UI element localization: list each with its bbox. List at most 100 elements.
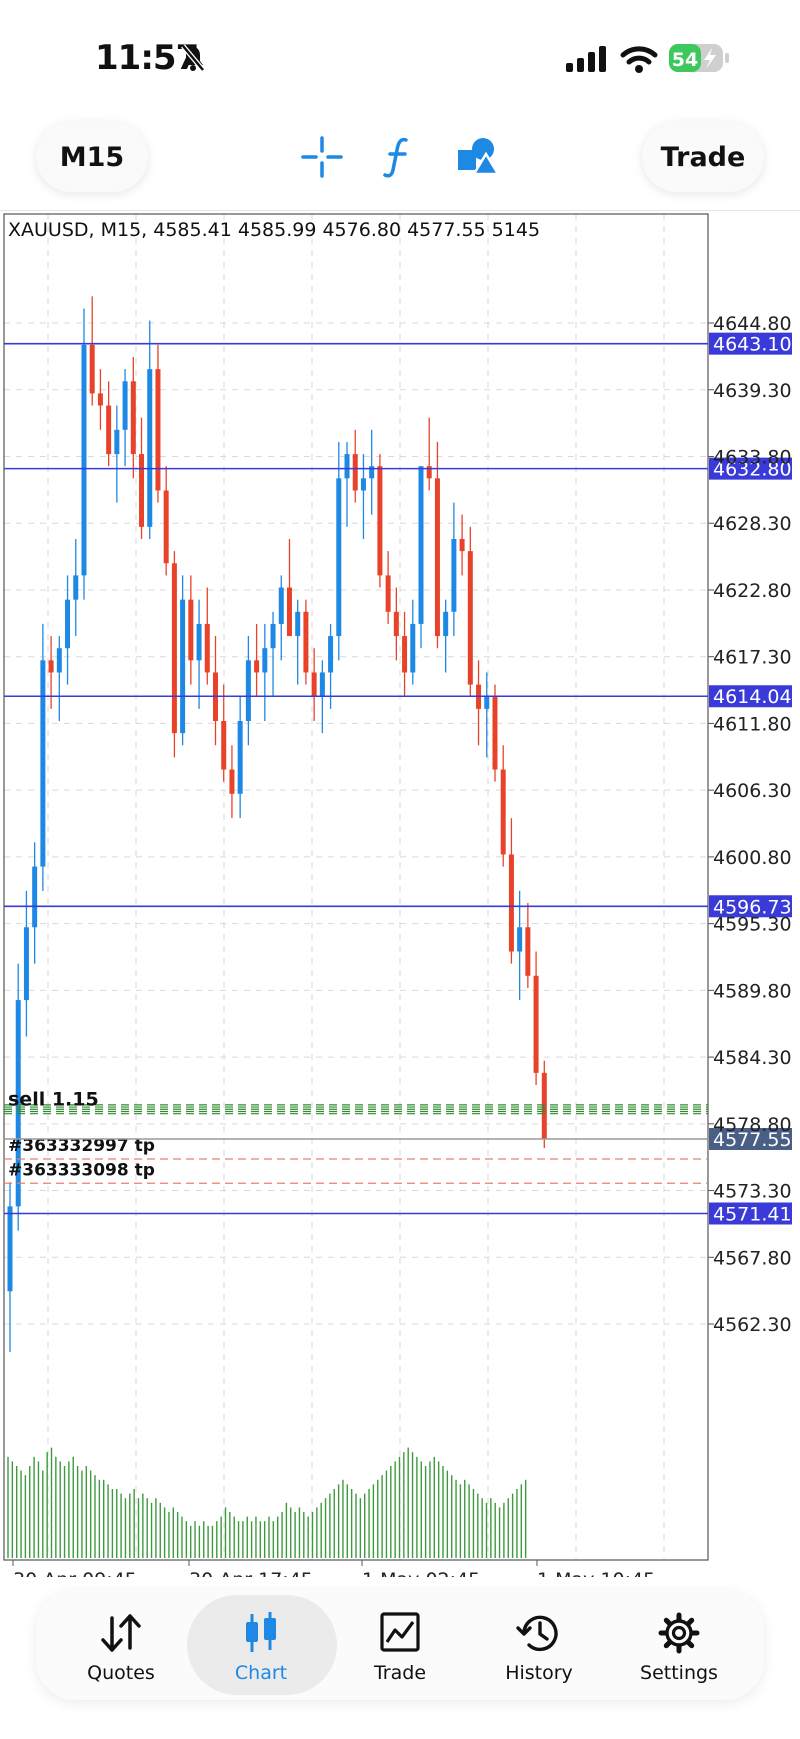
candles-icon: [246, 1612, 276, 1652]
candle: [303, 599, 309, 685]
trade-button-label: Trade: [660, 141, 746, 173]
candle: [467, 526, 473, 697]
candle-body: [106, 405, 112, 455]
candle: [106, 381, 112, 467]
candle-body: [122, 381, 128, 430]
candle-body: [139, 454, 145, 527]
price-tick-label: 4584.30: [713, 1047, 792, 1069]
candle: [262, 623, 268, 721]
timeframe-button[interactable]: M15: [36, 122, 148, 192]
candle: [443, 599, 449, 673]
candle-body: [360, 478, 366, 491]
candle-body: [196, 623, 202, 661]
tab-settings[interactable]: Settings: [609, 1590, 749, 1700]
candle: [459, 514, 465, 576]
candle-body: [492, 696, 498, 770]
candle: [369, 429, 375, 515]
candle: [451, 502, 457, 637]
candle-body: [48, 660, 54, 673]
time-axis: 30 Apr 09:45 30 Apr 17:45 1 May 02:45 1 May…: [12, 1560, 655, 1591]
price-chart[interactable]: 4643.10 4632.80 4614.04 4596.73 4571.41 sell …: [0, 212, 800, 1591]
price-level-label: 4643.10: [713, 334, 792, 356]
candle-body: [336, 478, 342, 637]
candle: [525, 903, 531, 988]
candle-body: [328, 636, 334, 673]
crosshair-icon[interactable]: [297, 132, 347, 182]
price-tick-label: 4595.30: [713, 914, 792, 936]
time-label: 30 Apr 17:45: [189, 1569, 313, 1577]
candle-body: [163, 490, 169, 564]
candle: [286, 539, 292, 637]
candle-body: [81, 344, 87, 576]
price-tick-label: 4628.30: [713, 513, 792, 535]
candle-body: [517, 927, 523, 952]
price-tick-label: 4622.80: [713, 580, 792, 602]
candle-body: [114, 429, 120, 455]
trade-button[interactable]: Trade: [642, 122, 764, 192]
candle: [418, 466, 424, 649]
candle: [196, 599, 202, 709]
candle: [155, 344, 161, 503]
candle: [89, 296, 95, 406]
candle: [278, 575, 284, 661]
candle-body: [229, 769, 235, 794]
candle: [188, 575, 194, 685]
candle: [40, 623, 46, 891]
candle: [65, 575, 71, 685]
candle: [163, 466, 169, 576]
bottom-tab-bar: Quotes Chart Trade History Settings: [36, 1590, 764, 1700]
candle-body: [410, 623, 416, 673]
chart-header: XAUUSD, M15, 4585.41 4585.99 4576.80 457…: [8, 219, 540, 241]
candle-body: [97, 393, 103, 406]
candle: [139, 417, 145, 539]
indicators-f-icon[interactable]: [374, 132, 424, 182]
price-tick-label: 4611.80: [713, 713, 792, 735]
candle: [295, 599, 301, 685]
candle-body: [286, 587, 292, 637]
candle-body: [204, 623, 210, 673]
candle: [23, 890, 29, 1037]
candle-body: [56, 648, 62, 673]
objects-icon[interactable]: [452, 132, 502, 182]
price-tick-label: 4639.30: [713, 380, 792, 402]
candle: [393, 587, 399, 661]
price-tick-label: 4589.80: [713, 980, 792, 1002]
price-tick-label: 4644.80: [713, 313, 792, 335]
tab-quotes[interactable]: Quotes: [51, 1590, 191, 1700]
candle-body: [7, 1206, 13, 1292]
candle: [130, 357, 136, 479]
gear-icon: [658, 1612, 700, 1654]
tab-chart[interactable]: Chart: [187, 1590, 337, 1700]
candle-body: [443, 611, 449, 637]
tab-quotes-label: Quotes: [87, 1662, 155, 1684]
order-label: #363333098 tp: [8, 1160, 155, 1180]
candle-body: [278, 587, 284, 624]
candle: [484, 672, 490, 758]
candle: [56, 636, 62, 721]
timeframe-label: M15: [59, 141, 125, 173]
candle: [500, 745, 506, 867]
candlesticks: [7, 296, 547, 1352]
candle-body: [32, 866, 38, 928]
time-label: 30 Apr 09:45: [13, 1569, 137, 1577]
bell-slash-icon: [181, 44, 205, 72]
candle: [385, 551, 391, 624]
candle-body: [541, 1072, 547, 1139]
candle: [32, 842, 38, 964]
candle: [492, 684, 498, 782]
tab-history[interactable]: History: [469, 1590, 609, 1700]
candle-body: [319, 672, 325, 697]
tab-trade-label: Trade: [373, 1662, 427, 1684]
price-tick-label: 4562.30: [713, 1314, 792, 1336]
candle-body: [180, 599, 186, 734]
candle: [508, 818, 514, 964]
time-label: 1 May 10:45: [537, 1569, 655, 1577]
candle-body: [459, 539, 465, 552]
candle: [122, 369, 128, 467]
time-label: 1 May 02:45: [362, 1569, 480, 1577]
price-tick-label: 4617.30: [713, 647, 792, 669]
candle: [48, 636, 54, 709]
candle-body: [40, 660, 46, 867]
tab-trade[interactable]: Trade: [330, 1590, 470, 1700]
candle: [402, 611, 408, 697]
